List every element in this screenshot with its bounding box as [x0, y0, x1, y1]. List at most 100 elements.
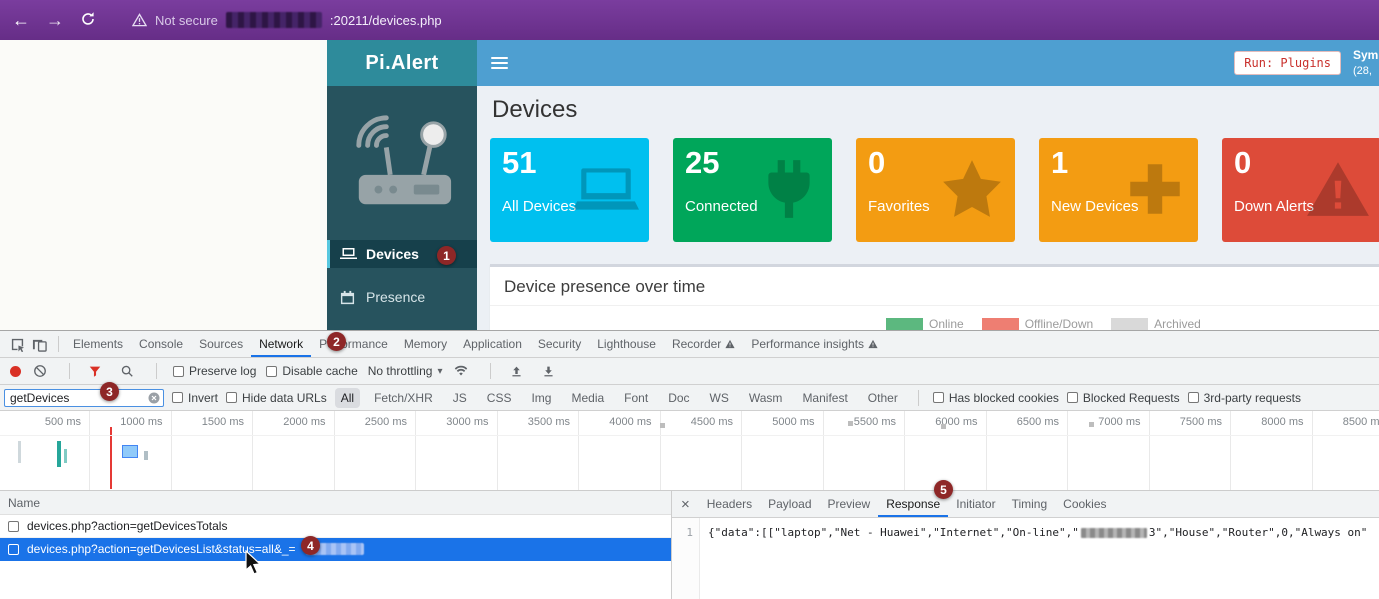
requests-pane: Name devices.php?action=getDevicesTotals… [0, 491, 672, 599]
timeline-gridline [741, 411, 742, 490]
mouse-cursor [244, 550, 264, 577]
checkbox-label: Disable cache [282, 364, 357, 378]
record-button[interactable] [10, 366, 21, 377]
filter-icon[interactable] [86, 362, 104, 380]
tab-elements[interactable]: Elements [65, 331, 131, 357]
tab-memory[interactable]: Memory [396, 331, 455, 357]
timeline-label: 8500 ms [1317, 416, 1379, 428]
sidebar: Pi.Alert [327, 40, 477, 330]
third-party-requests-checkbox[interactable]: 3rd-party requests [1188, 391, 1301, 405]
device-toolbar-icon[interactable] [30, 335, 48, 353]
timeline-gridline [89, 411, 90, 490]
user-name: Sym [1353, 47, 1379, 63]
clear-icon[interactable] [31, 362, 49, 380]
stat-card-all-devices[interactable]: 51 All Devices [490, 138, 649, 242]
has-blocked-cookies-checkbox[interactable]: Has blocked cookies [933, 391, 1059, 405]
filter-pill-all[interactable]: All [335, 388, 360, 408]
filter-pill-doc[interactable]: Doc [662, 388, 695, 408]
sidebar-item-presence[interactable]: Presence [327, 283, 477, 311]
filter-pill-font[interactable]: Font [618, 388, 654, 408]
requests-name-header[interactable]: Name [0, 491, 671, 515]
back-icon[interactable]: ← [12, 11, 30, 29]
network-timeline[interactable]: 500 ms1000 ms1500 ms2000 ms2500 ms3000 m… [0, 411, 1379, 491]
not-secure-warning-icon[interactable] [132, 13, 147, 27]
filter-pill-css[interactable]: CSS [481, 388, 518, 408]
response-viewer[interactable]: 1 {"data":[["laptop","Net - Huawei","Int… [672, 518, 1379, 599]
divider [69, 363, 70, 379]
network-conditions-icon[interactable] [452, 362, 470, 380]
filter-pill-fetch-xhr[interactable]: Fetch/XHR [368, 388, 439, 408]
tab-security[interactable]: Security [530, 331, 589, 357]
filter-pill-other[interactable]: Other [862, 388, 904, 408]
tab-lighthouse[interactable]: Lighthouse [589, 331, 664, 357]
annotation-badge-5: 5 [934, 480, 953, 499]
inspect-icon[interactable] [8, 335, 26, 353]
stat-card-connected[interactable]: 25 Connected [673, 138, 832, 242]
hide-data-urls-checkbox[interactable]: Hide data URLs [226, 391, 327, 405]
tab-payload[interactable]: Payload [760, 491, 819, 517]
tab-performance-insights[interactable]: Performance insights [743, 331, 886, 357]
app-logo[interactable]: Pi.Alert [327, 40, 477, 86]
timeline-gridline [334, 411, 335, 490]
disable-cache-checkbox[interactable]: Disable cache [266, 364, 357, 378]
filter-pill-js[interactable]: JS [447, 388, 473, 408]
export-har-icon[interactable] [539, 362, 557, 380]
stat-card-favorites[interactable]: 0 Favorites [856, 138, 1015, 242]
throttling-dropdown[interactable]: No throttling ▾ [368, 364, 443, 378]
request-checkbox[interactable] [8, 544, 19, 555]
url-text: :20211/devices.php [330, 13, 442, 28]
tab-cookies[interactable]: Cookies [1055, 491, 1114, 517]
close-icon[interactable]: × [672, 496, 699, 513]
tab-console[interactable]: Console [131, 331, 191, 357]
page-title: Devices [492, 96, 1379, 124]
tab-performance[interactable]: Performance [311, 331, 396, 357]
legend-item-offline: Offline/Down [982, 317, 1093, 330]
filter-pill-ws[interactable]: WS [704, 388, 735, 408]
user-info[interactable]: Sym (28, [1353, 47, 1379, 78]
filter-pill-media[interactable]: Media [565, 388, 610, 408]
tab-initiator[interactable]: Initiator [948, 491, 1003, 517]
filter-pill-img[interactable]: Img [525, 388, 557, 408]
forward-icon[interactable]: → [46, 11, 64, 29]
invert-checkbox[interactable]: Invert [172, 391, 218, 405]
stat-card-down-alerts[interactable]: 0 Down Alerts [1222, 138, 1379, 242]
filter-pill-wasm[interactable]: Wasm [743, 388, 789, 408]
import-har-icon[interactable] [507, 362, 525, 380]
tab-network[interactable]: Network [251, 331, 311, 357]
timeline-label: 8000 ms [1236, 416, 1304, 428]
network-requests-area: Name devices.php?action=getDevicesTotals… [0, 491, 1379, 599]
laptop-icon [340, 247, 357, 261]
timeline-activity-mark [941, 424, 946, 429]
stat-card-new-devices[interactable]: 1 New Devices [1039, 138, 1198, 242]
throttling-value: No throttling [368, 364, 433, 378]
run-plugins-button[interactable]: Run: Plugins [1234, 51, 1341, 75]
preserve-log-checkbox[interactable]: Preserve log [173, 364, 256, 378]
request-row-selected[interactable]: devices.php?action=getDevicesList&status… [0, 538, 671, 561]
tab-application[interactable]: Application [455, 331, 530, 357]
timeline-activity-mark [848, 421, 853, 426]
tab-headers[interactable]: Headers [699, 491, 760, 517]
pialert-app: Pi.Alert [327, 40, 1379, 330]
timeline-gridline [252, 411, 253, 490]
timeline-activity-mark [57, 441, 61, 467]
tab-preview[interactable]: Preview [820, 491, 879, 517]
timeline-activity-mark [64, 449, 67, 463]
tab-label: Response [886, 497, 940, 511]
request-checkbox[interactable] [8, 521, 19, 532]
search-icon[interactable] [118, 362, 136, 380]
tab-recorder[interactable]: Recorder [664, 331, 743, 357]
menu-toggle-icon[interactable] [491, 54, 508, 72]
request-row[interactable]: devices.php?action=getDevicesTotals [0, 515, 671, 538]
network-filter-input[interactable] [4, 389, 164, 407]
experiment-warning-icon [725, 339, 735, 349]
blocked-requests-checkbox[interactable]: Blocked Requests [1067, 391, 1180, 405]
clear-input-icon[interactable] [148, 392, 160, 404]
checkbox-box [266, 366, 277, 377]
legend-swatch-offline [982, 318, 1019, 330]
tab-timing[interactable]: Timing [1004, 491, 1056, 517]
refresh-icon[interactable] [80, 11, 96, 30]
tab-sources[interactable]: Sources [191, 331, 251, 357]
filter-pill-manifest[interactable]: Manifest [796, 388, 853, 408]
address-bar[interactable]: Not secure :20211/devices.php [132, 12, 442, 28]
checkbox-box [933, 392, 944, 403]
